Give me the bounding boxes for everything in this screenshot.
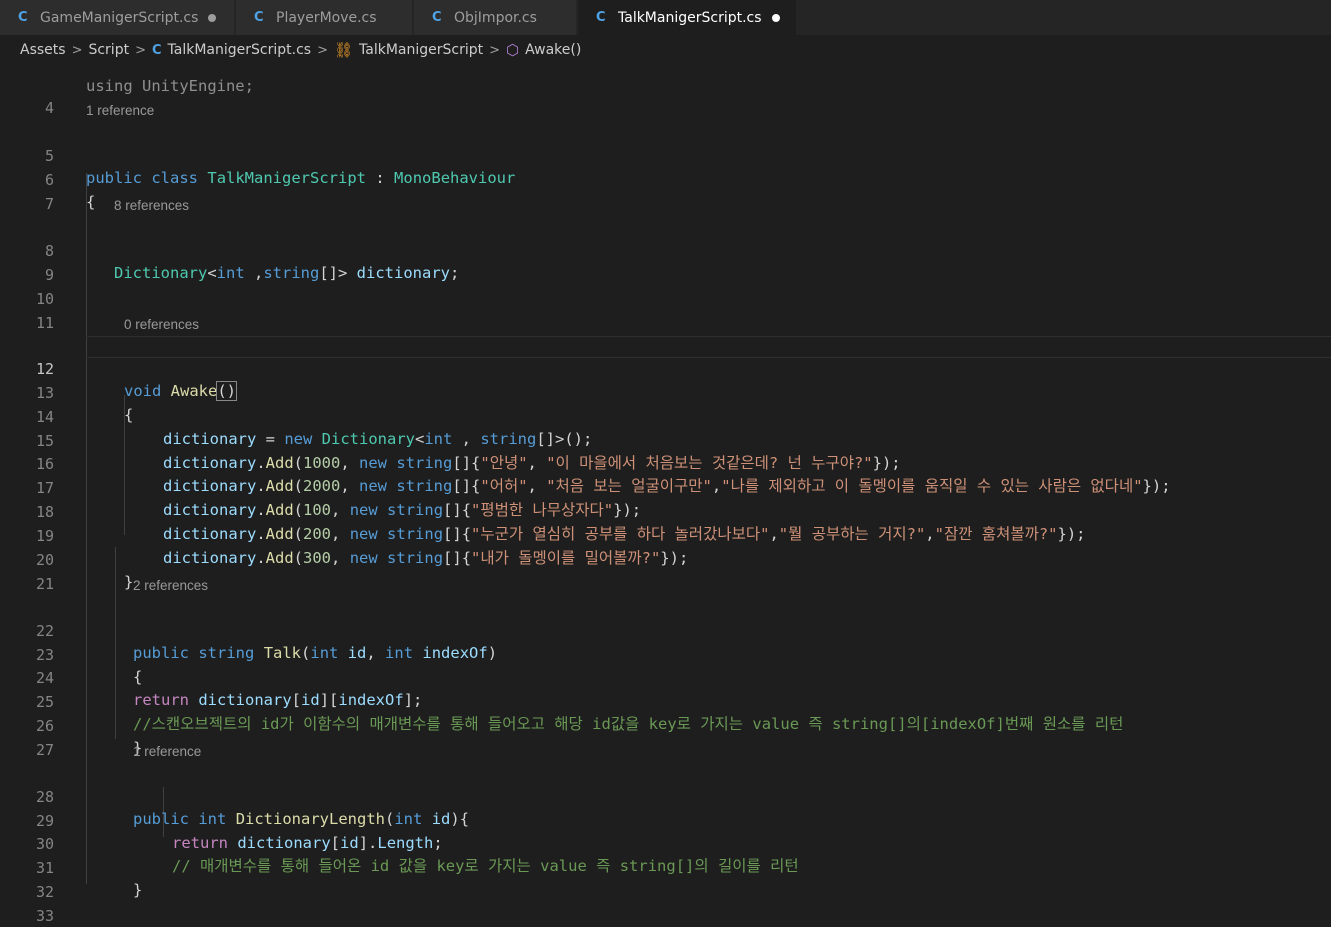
class-symbol-icon: ⛓ <box>333 41 354 59</box>
breadcrumb-method[interactable]: Awake() <box>525 42 581 58</box>
code-line: 6 { <box>0 147 1331 211</box>
code-line: 13 { <box>0 360 1331 424</box>
breadcrumb-script[interactable]: Script <box>88 42 129 58</box>
chevron-right-icon: > <box>71 42 83 58</box>
code-line: 23 { <box>0 622 1331 686</box>
code-line: 18 dictionary.Add(200, new string[]{"누군가… <box>0 479 1331 543</box>
code-line: 28 public int DictionaryLength(int id){ <box>0 764 1331 828</box>
code-line: 17 dictionary.Add(100, new string[]{"평범한… <box>0 455 1331 519</box>
code-line: 19 dictionary.Add(300, new string[]{"내가 … <box>0 503 1331 567</box>
chevron-right-icon: > <box>135 42 146 58</box>
code-line: 10 <box>0 266 1331 308</box>
breadcrumb-class[interactable]: TalkManigerScript <box>359 42 483 58</box>
csharp-file-icon: C <box>254 10 264 25</box>
codelens-references[interactable]: 1 reference <box>133 743 201 761</box>
line-number: 27 <box>35 741 54 759</box>
code-line: using UnityEngine; <box>0 65 1331 95</box>
unsaved-dot-icon[interactable] <box>208 13 217 22</box>
code-line: 5 public class TalkManigerScript : MonoB… <box>0 123 1331 187</box>
code-line: 16 dictionary.Add(2000, new string[]{"어허… <box>0 431 1331 495</box>
code-text: } <box>124 573 134 591</box>
code-line: 32 <box>0 859 1331 901</box>
code-line: 27 <box>0 717 1331 759</box>
line-number: 21 <box>35 575 54 593</box>
code-line: 12 void Awake() <box>0 336 1331 401</box>
breadcrumb: Assets > Script > C TalkManigerScript.cs… <box>0 35 1331 65</box>
tab-obj-impor[interactable]: C ObjImpor.cs <box>414 0 576 35</box>
codelens-references[interactable]: 0 references <box>124 316 199 334</box>
tab-talk-maniger-script[interactable]: C TalkManigerScript.cs <box>578 0 796 35</box>
chevron-right-icon: > <box>489 42 501 58</box>
code-editor[interactable]: using UnityEngine; 4 1 reference 5 publi… <box>0 65 1331 927</box>
code-text: { <box>86 193 96 211</box>
breadcrumb-file[interactable]: TalkManigerScript.cs <box>168 42 312 58</box>
code-line: 22 public string Talk(int id, int indexO… <box>0 598 1331 662</box>
line-number: 7 <box>44 195 54 213</box>
code-line: 25 //스캔오브젝트의 id가 이함수의 매개변수를 통해 들어오고 해당 i… <box>0 669 1331 733</box>
code-line: 7 <box>0 171 1331 213</box>
codelens-references[interactable]: 1 reference <box>86 102 154 120</box>
code-line: 26 } <box>0 693 1331 757</box>
code-line: 14 dictionary = new Dictionary<int , str… <box>0 384 1331 448</box>
code-line: 33 } <box>0 883 1331 925</box>
line-number: 11 <box>35 314 54 332</box>
line-number: 4 <box>44 99 54 117</box>
code-line: 11 <box>0 290 1331 332</box>
csharp-file-icon: C <box>432 10 442 25</box>
code-line: 29 return dictionary[id].Length; <box>0 788 1331 852</box>
tab-player-move[interactable]: C PlayerMove.cs <box>236 0 412 35</box>
tab-label: ObjImpor.cs <box>454 9 537 26</box>
code-line: 30 // 매개변수를 통해 들어온 id 값을 key로 가지는 value … <box>0 811 1331 875</box>
codelens-references[interactable]: 2 references <box>133 577 208 595</box>
code-line: 31 } <box>0 835 1331 899</box>
codelens-references[interactable]: 8 references <box>114 197 189 215</box>
tab-label: TalkManigerScript.cs <box>618 9 762 26</box>
tab-game-maniger-script[interactable]: C GameManigerScript.cs <box>0 0 234 35</box>
code-line: 15 dictionary.Add(1000, new string[]{"안녕… <box>0 408 1331 472</box>
code-line: 34 <box>0 906 1331 927</box>
breadcrumb-assets[interactable]: Assets <box>20 42 66 58</box>
csharp-file-icon: C <box>151 42 162 58</box>
code-line: 20 } <box>0 527 1331 591</box>
chevron-right-icon: > <box>317 42 328 58</box>
unsaved-dot-icon[interactable] <box>771 13 780 22</box>
code-line: 9 <box>0 242 1331 284</box>
csharp-file-icon: C <box>596 10 606 25</box>
method-symbol-icon: ⬡ <box>506 41 520 59</box>
code-line: 21 <box>0 551 1331 593</box>
code-line: 4 <box>0 75 1331 117</box>
code-line: 8 Dictionary<int ,string[]> dictionary; <box>0 218 1331 282</box>
code-line: 24 return dictionary[id][indexOf]; <box>0 645 1331 709</box>
tab-label: GameManigerScript.cs <box>40 9 199 26</box>
tab-label: PlayerMove.cs <box>276 9 377 26</box>
csharp-file-icon: C <box>18 10 28 25</box>
editor-tab-bar: C GameManigerScript.cs C PlayerMove.cs C… <box>0 0 1331 35</box>
